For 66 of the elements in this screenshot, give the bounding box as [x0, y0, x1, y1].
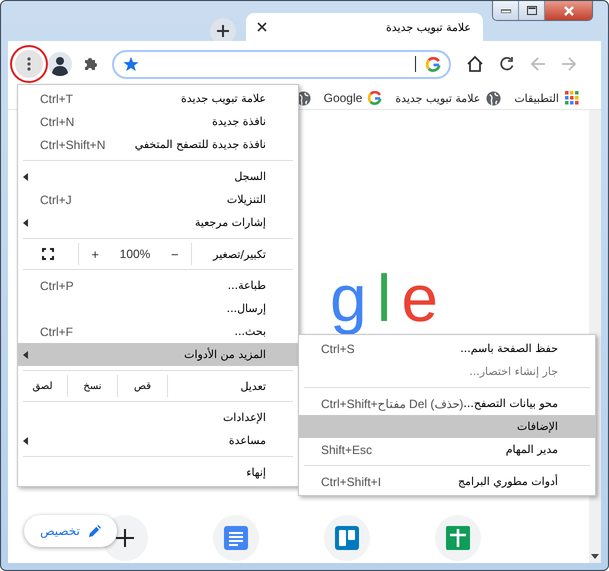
- zoom-out-button[interactable]: −: [167, 246, 183, 262]
- reload-icon[interactable]: [499, 56, 515, 72]
- shortcut-text: Shift+Esc: [321, 442, 372, 456]
- customize-button[interactable]: تخصيص: [24, 515, 117, 547]
- address-field[interactable]: [112, 50, 451, 78]
- shortcut-text: Ctrl+F: [40, 324, 73, 338]
- shortcut-text: Ctrl+N: [40, 114, 74, 128]
- menu-button[interactable]: [15, 50, 43, 78]
- menu-item[interactable]: مساعدة: [18, 429, 298, 452]
- menu-item[interactable]: المزيد من الأدوات: [18, 343, 298, 366]
- document-icon: [224, 526, 248, 550]
- bookmark-link[interactable]: Google: [324, 91, 362, 105]
- menu-item[interactable]: السجل: [18, 165, 298, 188]
- star-icon[interactable]: [123, 56, 139, 72]
- close-button[interactable]: [545, 1, 592, 20]
- menu-item[interactable]: Ctrl+Shift+مفتاح Del (حذف)محو بيانات التصفح...: [299, 392, 595, 415]
- puzzle-icon[interactable]: [83, 56, 99, 72]
- edit-action-button[interactable]: قص: [118, 375, 168, 397]
- submenu-arrow-icon: [23, 437, 28, 445]
- submenu-arrow-icon: [23, 173, 28, 181]
- avatar-icon[interactable]: [48, 52, 72, 76]
- shortcut-tile[interactable]: [324, 515, 370, 561]
- plus-icon: [116, 529, 134, 547]
- bookmark-link[interactable]: التطبيقات: [514, 92, 559, 104]
- shortcut-text: Ctrl+Shift+N: [40, 138, 106, 152]
- edit-action-button[interactable]: لصق: [18, 375, 68, 397]
- edit-action-button[interactable]: نسخ: [68, 375, 118, 397]
- g-icon[interactable]: [368, 91, 382, 105]
- menu-item[interactable]: إنهاء: [18, 461, 298, 484]
- scroll-down-icon[interactable]: [591, 554, 599, 559]
- plus-icon: [217, 25, 229, 37]
- fullscreen-icon: [42, 248, 54, 260]
- edit-label: تعديل: [240, 378, 267, 394]
- shortcut-text: Ctrl+J: [40, 192, 72, 206]
- submenu-arrow-icon: [23, 219, 28, 227]
- minimize-button[interactable]: [493, 1, 519, 20]
- more-vertical-icon: [27, 57, 31, 71]
- menu-item[interactable]: الإعدادات: [18, 406, 298, 429]
- apps-grid-icon[interactable]: [565, 91, 579, 105]
- menu-item[interactable]: الإضافات: [299, 415, 595, 438]
- spreadsheet-icon: [446, 526, 470, 550]
- close-icon: [562, 6, 574, 16]
- shortcut-text: Ctrl+T: [40, 92, 73, 106]
- globe-icon[interactable]: [486, 90, 502, 106]
- browser-tab[interactable]: علامة تبويب جديدة: [246, 13, 483, 41]
- shortcut-tile[interactable]: [435, 515, 481, 561]
- shortcut-text: Ctrl+P: [40, 278, 74, 292]
- maximize-icon: [526, 6, 536, 15]
- home-icon[interactable]: [466, 55, 484, 73]
- shortcut-tile[interactable]: [213, 515, 259, 561]
- submenu-arrow-icon: [23, 351, 28, 359]
- zoom-level-text: 100%: [120, 247, 150, 261]
- pencil-icon: [88, 524, 101, 538]
- shortcut-text: Ctrl+S: [321, 342, 355, 356]
- maximize-button[interactable]: [519, 1, 545, 20]
- close-icon[interactable]: [257, 22, 267, 32]
- bookmark-link[interactable]: علامة تبويب جديدة: [395, 92, 480, 104]
- shortcut-text: Ctrl+Shift+I: [321, 474, 382, 488]
- zoom-in-button[interactable]: +: [87, 246, 103, 262]
- board-icon: [335, 526, 359, 550]
- shortcut-text: Ctrl+Shift+مفتاح Del (حذف): [321, 396, 464, 410]
- menu-item[interactable]: إرسال...: [18, 297, 298, 320]
- zoom-label: تكبير/تصغير: [213, 246, 267, 263]
- g-icon[interactable]: [426, 56, 441, 72]
- menu-item[interactable]: إشارات مرجعية: [18, 211, 298, 234]
- minimize-icon: [500, 8, 510, 12]
